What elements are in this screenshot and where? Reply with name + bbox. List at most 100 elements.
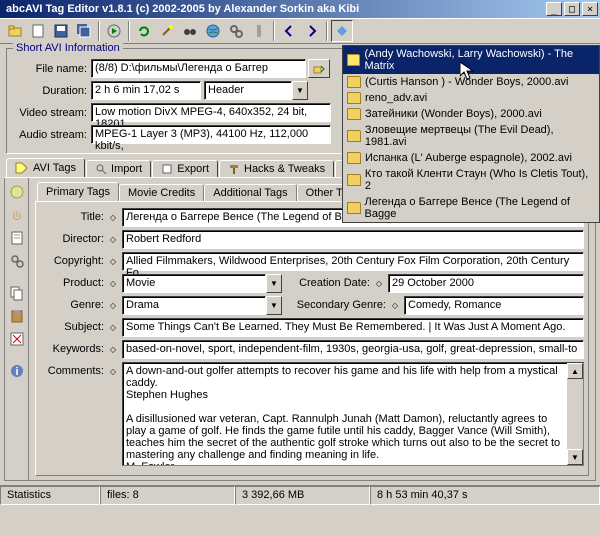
tab-avi-tags[interactable]: AVI Tags [6, 158, 85, 177]
subject-pick-icon[interactable]: ◇ [106, 320, 120, 334]
video-label: Video stream: [13, 107, 91, 119]
save-all-icon[interactable] [73, 20, 95, 42]
diamond-icon[interactable] [331, 20, 353, 42]
search-icon [95, 163, 107, 175]
audio-field: MPEG-1 Layer 3 (MP3), 44100 Hz, 112,000 … [91, 125, 331, 144]
window-title: abcAVI Tag Editor v1.8.1 (c) 2002-2005 b… [2, 3, 546, 15]
dropdown-item[interactable]: Затейники (Wonder Boys), 2000.avi [343, 106, 599, 122]
status-duration: 8 h 53 min 40,37 s [370, 486, 600, 505]
side-app-icon[interactable] [7, 182, 27, 202]
dropdown-item[interactable]: Испанка (L' Auberge espagnole), 2002.avi [343, 150, 599, 166]
document-icon[interactable] [27, 20, 49, 42]
folder-icon [347, 108, 361, 120]
secgenre-label: Secondary Genre: [282, 296, 388, 311]
audio-label: Audio stream: [13, 129, 91, 141]
tab-import[interactable]: Import [86, 160, 151, 177]
minimize-button[interactable]: _ [546, 2, 562, 16]
video-field: Low motion DivX MPEG-4, 640x352, 24 bit,… [91, 103, 331, 122]
play-icon[interactable] [103, 20, 125, 42]
status-statistics: Statistics [0, 486, 100, 505]
scroll-down-icon[interactable]: ▼ [567, 449, 583, 465]
product-combo-arrow[interactable]: ▼ [266, 274, 282, 293]
director-label: Director: [40, 230, 106, 245]
folder-icon [347, 54, 360, 66]
sidebar: i [5, 178, 29, 480]
copyright-input[interactable]: Allied Filmmakers, Wildwood Enterprises,… [122, 252, 584, 271]
keywords-pick-icon[interactable]: ◇ [106, 342, 120, 356]
header-combo-arrow[interactable]: ▼ [292, 81, 308, 100]
titlebar: abcAVI Tag Editor v1.8.1 (c) 2002-2005 b… [0, 0, 600, 18]
creationdate-input[interactable]: 29 October 2000 [388, 274, 584, 293]
main-content: i Primary Tags Movie Credits Additional … [4, 178, 596, 481]
tab-export[interactable]: Export [152, 160, 218, 177]
duration-label: Duration: [13, 85, 91, 97]
prev-icon[interactable] [278, 20, 300, 42]
side-doc-icon[interactable] [7, 228, 27, 248]
save-icon[interactable] [50, 20, 72, 42]
folder-icon [347, 202, 361, 214]
dropdown-item[interactable]: (Andy Wachowski, Larry Wachowski) - The … [343, 46, 599, 74]
dropdown-item[interactable]: Кто такой Кленти Стаун (Who Is Cletis To… [343, 166, 599, 194]
comments-label: Comments: [40, 362, 106, 377]
statusbar: Statistics files: 8 3 392,66 MB 8 h 53 m… [0, 485, 600, 505]
title-pick-icon[interactable]: ◇ [106, 210, 120, 224]
wand-icon[interactable] [156, 20, 178, 42]
filename-label: File name: [13, 63, 91, 75]
product-pick-icon[interactable]: ◇ [106, 276, 120, 290]
scroll-up-icon[interactable]: ▲ [567, 363, 583, 379]
svg-text:i: i [15, 366, 18, 378]
open-folder-icon[interactable] [4, 20, 26, 42]
side-clear-icon[interactable] [7, 329, 27, 349]
tab-hacks[interactable]: Hacks & Tweaks [219, 160, 334, 177]
genre-combo-arrow[interactable]: ▼ [266, 296, 282, 315]
comments-pick-icon[interactable]: ◇ [106, 364, 120, 378]
subtab-movie-credits[interactable]: Movie Credits [119, 184, 204, 201]
keywords-input[interactable]: based-on-novel, sport, independent-film,… [122, 340, 584, 359]
next-icon[interactable] [301, 20, 323, 42]
dropdown-item[interactable]: (Curtis Hanson ) - Wonder Boys, 2000.avi [343, 74, 599, 90]
tool-icon[interactable] [248, 20, 270, 42]
filename-field[interactable]: (8/8) D:\фильмы\Легенда о Баггер [91, 59, 306, 78]
director-pick-icon[interactable]: ◇ [106, 232, 120, 246]
copyright-pick-icon[interactable]: ◇ [106, 254, 120, 268]
folder-icon [347, 130, 361, 142]
maximize-button[interactable]: □ [564, 2, 580, 16]
world-icon[interactable] [202, 20, 224, 42]
comments-scrollbar[interactable]: ▲ ▼ [567, 363, 583, 465]
creationdate-label: Creation Date: [282, 274, 372, 289]
filename-browse-button[interactable] [308, 59, 330, 78]
dropdown-item[interactable]: Легенда о Баггере Венсе (The Legend of B… [343, 194, 599, 222]
director-input[interactable]: Robert Redford [122, 230, 584, 249]
genre-combo[interactable]: Drama [122, 296, 266, 315]
subtab-additional[interactable]: Additional Tags [204, 184, 296, 201]
side-hand-icon[interactable] [7, 205, 27, 225]
comments-textarea[interactable]: A down-and-out golfer attempts to recove… [122, 362, 584, 466]
side-copy-icon[interactable] [7, 283, 27, 303]
creationdate-pick-icon[interactable]: ◇ [372, 276, 386, 290]
product-combo[interactable]: Movie [122, 274, 266, 293]
secgenre-input[interactable]: Comedy, Romance [404, 296, 584, 315]
folder-icon [347, 92, 361, 104]
side-paste-icon[interactable] [7, 306, 27, 326]
header-combo[interactable]: Header [204, 81, 292, 100]
refresh-icon[interactable] [133, 20, 155, 42]
close-button[interactable]: × [582, 2, 598, 16]
duration-field: 2 h 6 min 17,02 s [91, 81, 201, 100]
folder-icon [347, 174, 361, 186]
secgenre-pick-icon[interactable]: ◇ [388, 298, 402, 312]
genre-pick-icon[interactable]: ◇ [106, 298, 120, 312]
binoculars-icon[interactable] [179, 20, 201, 42]
subject-input[interactable]: Some Things Can't Be Learned. They Must … [122, 318, 584, 337]
hammer-icon [228, 163, 240, 175]
gears-icon[interactable] [225, 20, 247, 42]
dropdown-item[interactable]: reno_adv.avi [343, 90, 599, 106]
file-dropdown[interactable]: (Andy Wachowski, Larry Wachowski) - The … [342, 45, 600, 223]
dropdown-item[interactable]: Зловещие мертвецы (The Evil Dead), 1981.… [343, 122, 599, 150]
side-gears-icon[interactable] [7, 251, 27, 271]
status-files: files: 8 [100, 486, 235, 505]
export-icon [161, 163, 173, 175]
side-info-icon[interactable]: i [7, 361, 27, 381]
subtab-primary[interactable]: Primary Tags [37, 182, 119, 201]
subject-label: Subject: [40, 318, 106, 333]
title-label: Title: [40, 208, 106, 223]
